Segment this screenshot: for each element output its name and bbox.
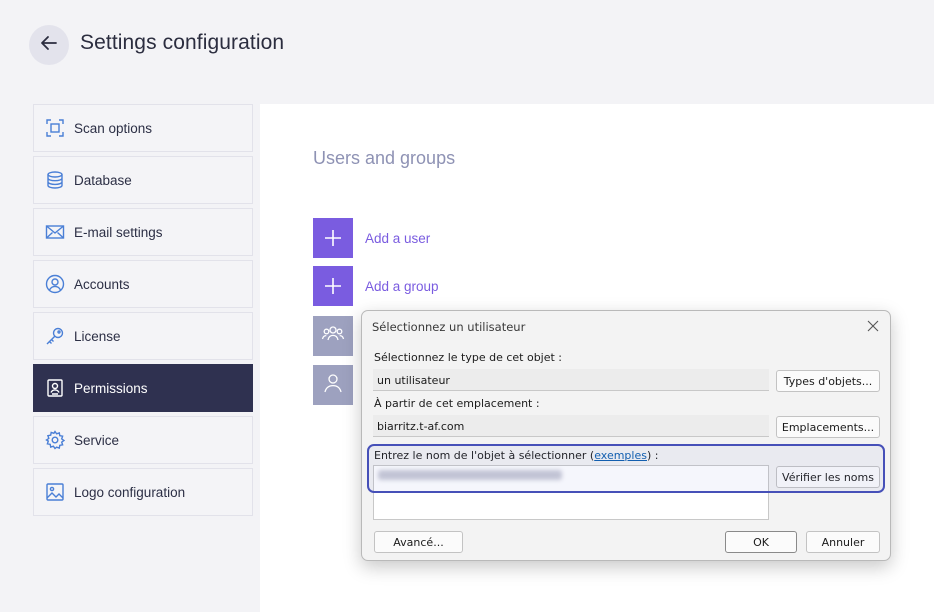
group-icon	[321, 322, 345, 351]
user-circle-icon	[45, 274, 65, 294]
object-type-label: Sélectionnez le type de cet objet :	[374, 351, 563, 364]
plus-icon	[313, 218, 353, 258]
arrow-left-icon	[39, 33, 59, 58]
dialog-title: Sélectionnez un utilisateur	[372, 320, 526, 334]
sidebar-item-accounts[interactable]: Accounts	[33, 260, 253, 308]
back-button[interactable]	[29, 25, 69, 65]
page-title: Settings configuration	[80, 31, 285, 54]
locations-button[interactable]: Emplacements...	[776, 416, 880, 438]
sidebar-item-label: Permissions	[74, 380, 148, 396]
redacted-name	[378, 470, 562, 480]
sidebar-item-license[interactable]: License	[33, 312, 253, 360]
check-names-button[interactable]: Vérifier les noms	[776, 466, 880, 488]
user-entry[interactable]	[313, 365, 353, 405]
add-user-button[interactable]: Add a user	[313, 218, 430, 258]
database-icon	[45, 170, 65, 190]
object-types-button[interactable]: Types d'objets...	[776, 370, 880, 392]
gear-icon	[45, 430, 65, 450]
sidebar-item-label: Database	[74, 172, 132, 188]
user-icon	[321, 371, 345, 400]
add-group-button[interactable]: Add a group	[313, 266, 439, 306]
close-icon[interactable]	[864, 317, 882, 335]
examples-link[interactable]: exemples	[594, 449, 647, 462]
sidebar-item-label: Accounts	[74, 276, 130, 292]
cancel-button[interactable]: Annuler	[806, 531, 880, 553]
sidebar-item-database[interactable]: Database	[33, 156, 253, 204]
sidebar-item-logo-configuration[interactable]: Logo configuration	[33, 468, 253, 516]
add-user-label: Add a user	[365, 230, 431, 246]
sidebar-item-label: E-mail settings	[74, 224, 163, 240]
image-icon	[45, 482, 65, 502]
object-type-field: un utilisateur	[373, 369, 769, 391]
key-icon	[45, 326, 65, 346]
sidebar-item-permissions[interactable]: Permissions	[33, 364, 253, 412]
badge-icon	[45, 378, 65, 398]
sidebar-item-scan-options[interactable]: Scan options	[33, 104, 253, 152]
object-name-input[interactable]	[373, 465, 769, 520]
sidebar-item-service[interactable]: Service	[33, 416, 253, 464]
section-title: Users and groups	[313, 148, 456, 168]
object-name-label: Entrez le nom de l'objet à sélectionner …	[374, 449, 659, 462]
sidebar-item-label: Logo configuration	[74, 484, 186, 500]
location-label: À partir de cet emplacement :	[374, 397, 540, 410]
sidebar-item-label: Service	[74, 432, 120, 448]
plus-icon	[313, 266, 353, 306]
scan-icon	[45, 118, 65, 138]
sidebar-item-label: Scan options	[74, 120, 153, 136]
select-user-dialog: Sélectionnez un utilisateur Sélectionnez…	[361, 310, 891, 561]
location-field: biarritz.t-af.com	[373, 415, 769, 437]
sidebar-item-label: License	[74, 328, 121, 344]
group-entry[interactable]	[313, 316, 353, 356]
add-group-label: Add a group	[365, 278, 439, 294]
advanced-button[interactable]: Avancé...	[374, 531, 463, 553]
ok-button[interactable]: OK	[725, 531, 797, 553]
mail-icon	[45, 222, 65, 242]
sidebar-item-email-settings[interactable]: E-mail settings	[33, 208, 253, 256]
